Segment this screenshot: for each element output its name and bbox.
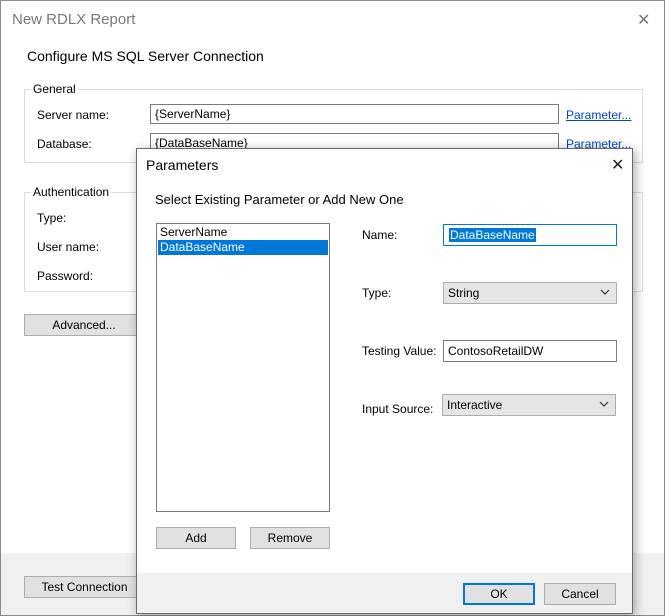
- test-connection-button[interactable]: Test Connection: [24, 576, 145, 598]
- parameters-body: Select Existing Parameter or Add New One…: [137, 181, 632, 573]
- general-legend: General: [31, 82, 78, 96]
- connection-heading: Configure MS SQL Server Connection: [27, 48, 264, 64]
- list-item-servername[interactable]: ServerName: [158, 225, 328, 240]
- parameter-list[interactable]: ServerName DataBaseName: [156, 223, 330, 512]
- outer-titlebar: New RDLX Report ✕: [1, 1, 664, 39]
- ok-button[interactable]: OK: [463, 583, 535, 605]
- database-label: Database:: [37, 137, 92, 151]
- outer-window-title: New RDLX Report: [12, 11, 136, 28]
- cancel-button[interactable]: Cancel: [544, 583, 616, 605]
- parameters-footer: OK Cancel: [137, 573, 632, 613]
- input-source-value: Interactive: [447, 398, 503, 412]
- server-name-label: Server name:: [37, 108, 110, 122]
- server-parameter-link[interactable]: Parameter...: [566, 108, 631, 122]
- chevron-down-icon: [600, 289, 610, 295]
- auth-type-label: Type:: [37, 211, 67, 225]
- password-label: Password:: [37, 269, 94, 283]
- user-name-label: User name:: [37, 240, 100, 254]
- testing-value-label: Testing Value:: [362, 344, 437, 358]
- authentication-legend: Authentication: [31, 185, 112, 199]
- type-select-value: String: [448, 286, 480, 300]
- input-source-label: Input Source:: [362, 402, 434, 416]
- outer-close-icon[interactable]: ✕: [637, 10, 650, 30]
- parameters-titlebar: Parameters ✕: [137, 149, 632, 181]
- server-name-input[interactable]: [150, 104, 559, 124]
- list-item-databasename[interactable]: DataBaseName: [158, 240, 328, 255]
- name-input-value: DataBaseName: [449, 228, 536, 242]
- remove-parameter-button[interactable]: Remove: [250, 527, 330, 549]
- add-parameter-button[interactable]: Add: [156, 527, 236, 549]
- parameters-title: Parameters: [146, 157, 219, 173]
- type-select[interactable]: String: [443, 282, 617, 304]
- advanced-button[interactable]: Advanced...: [24, 314, 144, 336]
- parameters-heading: Select Existing Parameter or Add New One: [155, 192, 404, 207]
- parameters-dialog: Parameters ✕ Select Existing Parameter o…: [136, 148, 633, 614]
- input-source-select[interactable]: Interactive: [442, 394, 616, 416]
- parameters-close-icon[interactable]: ✕: [611, 155, 624, 175]
- testing-value-input[interactable]: [443, 340, 617, 362]
- name-label: Name:: [362, 228, 398, 242]
- type-label: Type:: [362, 286, 392, 300]
- name-input[interactable]: DataBaseName: [443, 224, 617, 246]
- chevron-down-icon: [599, 401, 609, 407]
